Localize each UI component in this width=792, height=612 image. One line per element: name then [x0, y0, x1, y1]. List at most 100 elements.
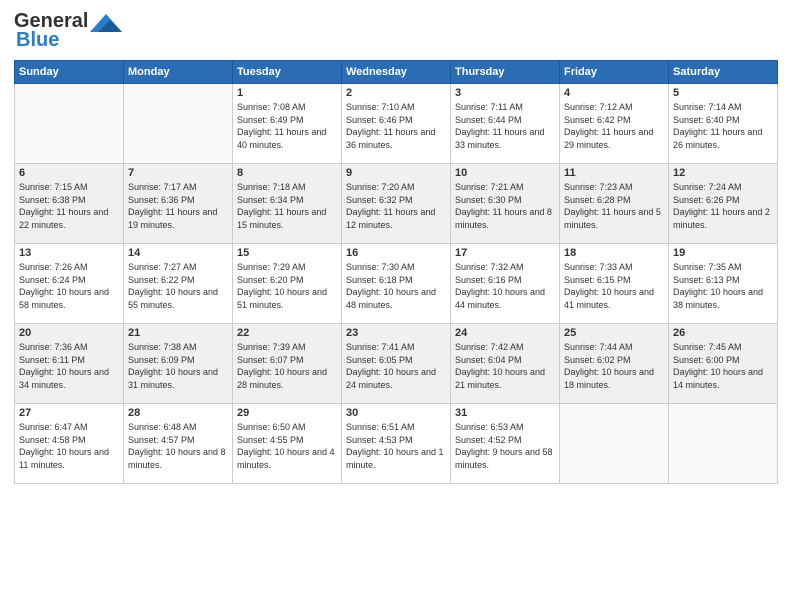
day-number: 27 — [19, 407, 119, 419]
day-number: 7 — [128, 167, 228, 179]
calendar-week-row: 20 Sunrise: 7:36 AM Sunset: 6:11 PM Dayli… — [15, 324, 778, 404]
day-info: Sunrise: 7:12 AM Sunset: 6:42 PM Dayligh… — [564, 101, 664, 151]
day-info: Sunrise: 7:36 AM Sunset: 6:11 PM Dayligh… — [19, 341, 119, 391]
calendar-cell: 19 Sunrise: 7:35 AM Sunset: 6:13 PM Dayli… — [669, 244, 778, 324]
day-info: Sunrise: 7:10 AM Sunset: 6:46 PM Dayligh… — [346, 101, 446, 151]
calendar-cell: 3 Sunrise: 7:11 AM Sunset: 6:44 PM Daylig… — [451, 84, 560, 164]
calendar-page: General Blue SundayMondayTuesdayWednesda… — [0, 0, 792, 612]
calendar-cell: 11 Sunrise: 7:23 AM Sunset: 6:28 PM Dayli… — [560, 164, 669, 244]
day-info: Sunrise: 6:47 AM Sunset: 4:58 PM Dayligh… — [19, 421, 119, 471]
calendar-cell: 22 Sunrise: 7:39 AM Sunset: 6:07 PM Dayli… — [233, 324, 342, 404]
calendar-cell: 15 Sunrise: 7:29 AM Sunset: 6:20 PM Dayli… — [233, 244, 342, 324]
calendar-cell — [124, 84, 233, 164]
day-number: 25 — [564, 327, 664, 339]
day-number: 4 — [564, 87, 664, 99]
day-info: Sunrise: 7:23 AM Sunset: 6:28 PM Dayligh… — [564, 181, 664, 231]
calendar-cell: 25 Sunrise: 7:44 AM Sunset: 6:02 PM Dayli… — [560, 324, 669, 404]
calendar-cell — [669, 404, 778, 484]
day-info: Sunrise: 7:42 AM Sunset: 6:04 PM Dayligh… — [455, 341, 555, 391]
day-info: Sunrise: 7:41 AM Sunset: 6:05 PM Dayligh… — [346, 341, 446, 391]
day-number: 29 — [237, 407, 337, 419]
day-number: 26 — [673, 327, 773, 339]
day-info: Sunrise: 7:44 AM Sunset: 6:02 PM Dayligh… — [564, 341, 664, 391]
day-info: Sunrise: 7:35 AM Sunset: 6:13 PM Dayligh… — [673, 261, 773, 311]
calendar-cell: 31 Sunrise: 6:53 AM Sunset: 4:52 PM Dayli… — [451, 404, 560, 484]
day-number: 5 — [673, 87, 773, 99]
calendar-cell: 24 Sunrise: 7:42 AM Sunset: 6:04 PM Dayli… — [451, 324, 560, 404]
day-info: Sunrise: 7:18 AM Sunset: 6:34 PM Dayligh… — [237, 181, 337, 231]
day-info: Sunrise: 7:15 AM Sunset: 6:38 PM Dayligh… — [19, 181, 119, 231]
day-info: Sunrise: 6:51 AM Sunset: 4:53 PM Dayligh… — [346, 421, 446, 471]
day-number: 10 — [455, 167, 555, 179]
day-number: 17 — [455, 247, 555, 259]
day-number: 14 — [128, 247, 228, 259]
day-info: Sunrise: 7:33 AM Sunset: 6:15 PM Dayligh… — [564, 261, 664, 311]
day-number: 24 — [455, 327, 555, 339]
header-day: Monday — [124, 61, 233, 84]
logo-text-blue: Blue — [16, 29, 59, 52]
calendar-cell: 13Sunrise: 7:26 AM Sunset: 6:24 PM Dayli… — [15, 244, 124, 324]
day-info: Sunrise: 6:48 AM Sunset: 4:57 PM Dayligh… — [128, 421, 228, 471]
calendar-cell: 28 Sunrise: 6:48 AM Sunset: 4:57 PM Dayli… — [124, 404, 233, 484]
calendar-table: SundayMondayTuesdayWednesdayThursdayFrid… — [14, 60, 778, 484]
day-info: Sunrise: 7:29 AM Sunset: 6:20 PM Dayligh… — [237, 261, 337, 311]
logo: General Blue — [14, 10, 122, 52]
day-info: Sunrise: 7:32 AM Sunset: 6:16 PM Dayligh… — [455, 261, 555, 311]
day-number: 30 — [346, 407, 446, 419]
calendar-cell: 23 Sunrise: 7:41 AM Sunset: 6:05 PM Dayli… — [342, 324, 451, 404]
day-info: Sunrise: 6:53 AM Sunset: 4:52 PM Dayligh… — [455, 421, 555, 471]
day-info: Sunrise: 7:30 AM Sunset: 6:18 PM Dayligh… — [346, 261, 446, 311]
calendar-cell: 20 Sunrise: 7:36 AM Sunset: 6:11 PM Dayli… — [15, 324, 124, 404]
calendar-cell: 12 Sunrise: 7:24 AM Sunset: 6:26 PM Dayli… — [669, 164, 778, 244]
header: General Blue — [14, 10, 778, 52]
day-number: 16 — [346, 247, 446, 259]
day-number: 6 — [19, 167, 119, 179]
header-day: Saturday — [669, 61, 778, 84]
header-day: Tuesday — [233, 61, 342, 84]
day-number: 23 — [346, 327, 446, 339]
day-info: Sunrise: 7:21 AM Sunset: 6:30 PM Dayligh… — [455, 181, 555, 231]
calendar-cell — [560, 404, 669, 484]
calendar-cell: 9 Sunrise: 7:20 AM Sunset: 6:32 PM Daylig… — [342, 164, 451, 244]
day-number: 3 — [455, 87, 555, 99]
calendar-cell: 30 Sunrise: 6:51 AM Sunset: 4:53 PM Dayli… — [342, 404, 451, 484]
header-day: Sunday — [15, 61, 124, 84]
day-number: 12 — [673, 167, 773, 179]
day-info: Sunrise: 7:27 AM Sunset: 6:22 PM Dayligh… — [128, 261, 228, 311]
day-info: Sunrise: 7:20 AM Sunset: 6:32 PM Dayligh… — [346, 181, 446, 231]
day-number: 9 — [346, 167, 446, 179]
calendar-cell: 29Sunrise: 6:50 AM Sunset: 4:55 PM Dayli… — [233, 404, 342, 484]
header-day: Friday — [560, 61, 669, 84]
day-number: 28 — [128, 407, 228, 419]
day-info: Sunrise: 7:24 AM Sunset: 6:26 PM Dayligh… — [673, 181, 773, 231]
day-number: 11 — [564, 167, 664, 179]
calendar-cell: 18 Sunrise: 7:33 AM Sunset: 6:15 PM Dayli… — [560, 244, 669, 324]
header-row: SundayMondayTuesdayWednesdayThursdayFrid… — [15, 61, 778, 84]
calendar-cell: 26Sunrise: 7:45 AM Sunset: 6:00 PM Dayli… — [669, 324, 778, 404]
day-number: 19 — [673, 247, 773, 259]
day-number: 15 — [237, 247, 337, 259]
calendar-cell: 2Sunrise: 7:10 AM Sunset: 6:46 PM Daylig… — [342, 84, 451, 164]
calendar-cell: 21Sunrise: 7:38 AM Sunset: 6:09 PM Dayli… — [124, 324, 233, 404]
day-number: 1 — [237, 87, 337, 99]
logo-icon — [90, 14, 122, 32]
day-number: 20 — [19, 327, 119, 339]
day-number: 13 — [19, 247, 119, 259]
day-number: 31 — [455, 407, 555, 419]
calendar-week-row: 27 Sunrise: 6:47 AM Sunset: 4:58 PM Dayli… — [15, 404, 778, 484]
calendar-cell: 10 Sunrise: 7:21 AM Sunset: 6:30 PM Dayli… — [451, 164, 560, 244]
calendar-cell: 6 Sunrise: 7:15 AM Sunset: 6:38 PM Daylig… — [15, 164, 124, 244]
calendar-cell: 8 Sunrise: 7:18 AM Sunset: 6:34 PM Daylig… — [233, 164, 342, 244]
calendar-week-row: 6 Sunrise: 7:15 AM Sunset: 6:38 PM Daylig… — [15, 164, 778, 244]
day-number: 22 — [237, 327, 337, 339]
calendar-cell: 17 Sunrise: 7:32 AM Sunset: 6:16 PM Dayli… — [451, 244, 560, 324]
day-info: Sunrise: 7:11 AM Sunset: 6:44 PM Dayligh… — [455, 101, 555, 151]
day-number: 8 — [237, 167, 337, 179]
calendar-week-row: 13Sunrise: 7:26 AM Sunset: 6:24 PM Dayli… — [15, 244, 778, 324]
day-info: Sunrise: 7:14 AM Sunset: 6:40 PM Dayligh… — [673, 101, 773, 151]
day-number: 18 — [564, 247, 664, 259]
day-info: Sunrise: 7:39 AM Sunset: 6:07 PM Dayligh… — [237, 341, 337, 391]
calendar-week-row: 1 Sunrise: 7:08 AM Sunset: 6:49 PM Daylig… — [15, 84, 778, 164]
calendar-cell — [15, 84, 124, 164]
day-info: Sunrise: 7:08 AM Sunset: 6:49 PM Dayligh… — [237, 101, 337, 151]
